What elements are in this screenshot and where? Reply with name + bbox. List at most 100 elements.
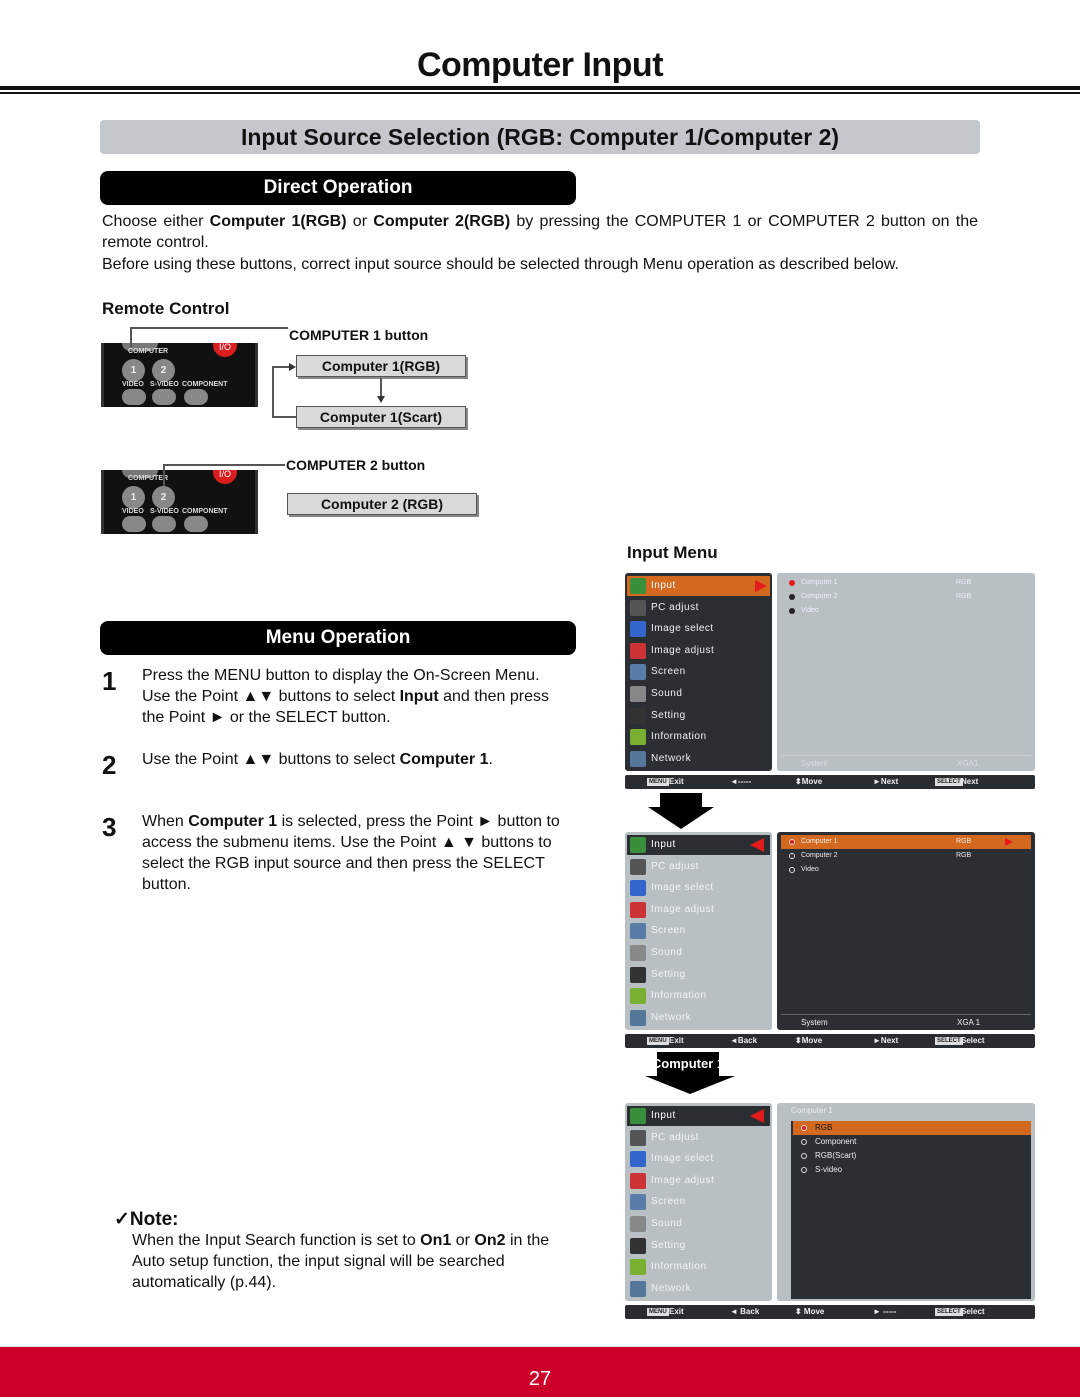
osd-menu-item-setting[interactable]: Setting xyxy=(627,965,770,985)
section-title: Input Source Selection (RGB: Computer 1/… xyxy=(100,120,980,154)
osd-option-item[interactable]: S-video xyxy=(793,1163,1031,1177)
osd-menu-item-input[interactable]: Input xyxy=(627,1106,770,1126)
screen-icon xyxy=(630,664,646,681)
osd-option-item[interactable]: RGB(Scart) xyxy=(793,1149,1031,1163)
video-label: VIDEO xyxy=(122,381,144,388)
radio-icon xyxy=(789,594,795,600)
computer-1-key: 1 xyxy=(122,359,145,382)
osd-menu-item-network[interactable]: Network xyxy=(627,1279,770,1299)
osd-menu-item-sound[interactable]: Sound xyxy=(627,1214,770,1234)
system-value: XGA1 xyxy=(957,759,979,768)
network-icon xyxy=(630,750,646,767)
osd-menu-item-image-select[interactable]: Image select xyxy=(627,1149,770,1169)
video-key xyxy=(122,389,146,405)
osd-footer-hint: Select xyxy=(961,1307,985,1316)
osd-menu-item-label: Input xyxy=(651,580,676,591)
image-select-icon xyxy=(630,880,646,897)
osd-menu-item-screen[interactable]: Screen xyxy=(627,1192,770,1212)
osd-screen-computer1-submenu: Computer 1 Input PC adjust Image select Ima… xyxy=(625,1103,1035,1319)
sound-icon xyxy=(630,945,646,961)
osd-menu-item-label: Sound xyxy=(651,688,683,699)
osd-menu-item-label: PC adjust xyxy=(651,860,699,872)
setting-icon xyxy=(630,1237,646,1254)
osd-footer-hint: ⬍ Move xyxy=(795,1307,825,1316)
osd-menu-item-pc-adjust[interactable]: PC adjust xyxy=(627,598,770,618)
information-icon xyxy=(630,729,646,746)
image-select-icon xyxy=(630,621,646,638)
osd-source-item[interactable]: Computer 1 RGB xyxy=(781,576,1031,590)
osd-menu-item-pc-adjust[interactable]: PC adjust xyxy=(627,857,770,877)
osd-menu-item-image-select[interactable]: Image select xyxy=(627,619,770,639)
osd-menu-item-label: Input xyxy=(651,839,676,850)
menu-operation-header: Menu Operation xyxy=(100,621,576,655)
osd-menu-item-setting[interactable]: Setting xyxy=(627,706,770,726)
loop-line xyxy=(272,416,296,418)
source-name: Computer 1 xyxy=(801,579,838,586)
osd-menu-item-network[interactable]: Network xyxy=(627,1008,770,1028)
osd-menu-item-input[interactable]: Input xyxy=(627,835,770,855)
osd-menu-item-label: Network xyxy=(651,1282,692,1294)
bold-text: Computer 1 xyxy=(399,751,489,768)
down-arrow-icon xyxy=(648,807,714,829)
source-name: Video xyxy=(801,607,819,614)
step-number: 3 xyxy=(102,812,117,842)
text: or xyxy=(346,213,374,230)
osd-menu-item-label: Image select xyxy=(651,623,714,635)
osd-footer-hint: Next xyxy=(961,777,979,786)
osd-menu-item-sound[interactable]: Sound xyxy=(627,943,770,963)
computer-1-callout: COMPUTER 1 button xyxy=(289,327,429,343)
osd-option-item[interactable]: RGB xyxy=(793,1121,1031,1135)
radio-icon xyxy=(789,839,795,845)
osd-menu-item-screen[interactable]: Screen xyxy=(627,662,770,682)
svideo-label: S-VIDEO xyxy=(150,508,179,515)
bold-text: Computer 1(RGB) xyxy=(209,213,347,230)
osd-menu-item-label: Network xyxy=(651,1011,692,1023)
source-name: Computer 2 xyxy=(801,852,838,859)
osd-menu-item-screen[interactable]: Screen xyxy=(627,921,770,941)
note-text: When the Input Search function is set to… xyxy=(132,1230,582,1293)
osd-menu-item-information[interactable]: Information xyxy=(627,727,770,747)
pc-adjust-icon xyxy=(630,858,646,875)
input-icon xyxy=(630,837,646,853)
osd-menu-item-image-select[interactable]: Image select xyxy=(627,878,770,898)
osd-menu-item-label: Network xyxy=(651,752,692,764)
osd-source-item[interactable]: Computer 2 RGB xyxy=(781,849,1031,863)
osd-source-item[interactable]: Video xyxy=(781,604,1031,618)
direct-operation-paragraph-2: Before using these buttons, correct inpu… xyxy=(102,256,899,273)
computer-label: COMPUTER xyxy=(128,348,169,355)
computer-1-key: 1 xyxy=(122,486,145,509)
osd-source-item[interactable]: Computer 1 RGB xyxy=(781,835,1031,849)
power-button-icon: I/O xyxy=(213,343,237,357)
osd-menu-item-information[interactable]: Information xyxy=(627,1257,770,1277)
osd-footer-hint: ◄ Back xyxy=(730,1307,760,1316)
osd-menu-item-pc-adjust[interactable]: PC adjust xyxy=(627,1128,770,1148)
computer-2-rgb-box: Computer 2 (RGB) xyxy=(287,493,477,515)
osd-menu-item-image-adjust[interactable]: Image adjust xyxy=(627,641,770,661)
osd-footer-hint: ⬍Move xyxy=(795,777,823,786)
computer-2-key: 2 xyxy=(152,486,175,509)
sound-icon xyxy=(630,1216,646,1232)
text: Use the Point ▲▼ buttons to select xyxy=(142,751,400,768)
osd-menu-item-label: Image adjust xyxy=(651,1174,715,1186)
osd-source-item[interactable]: Computer 2 RGB xyxy=(781,590,1031,604)
component-key xyxy=(184,389,208,405)
osd-source-item[interactable]: Video xyxy=(781,863,1031,877)
title-rule xyxy=(0,86,1080,90)
osd-menu-item-input[interactable]: Input xyxy=(627,576,770,596)
osd-menu-item-information[interactable]: Information xyxy=(627,986,770,1006)
information-icon xyxy=(630,1259,646,1276)
source-signal: RGB xyxy=(956,838,972,845)
osd-menu-item-setting[interactable]: Setting xyxy=(627,1236,770,1256)
osd-menu-item-label: Image select xyxy=(651,882,714,894)
osd-menu-item-sound[interactable]: Sound xyxy=(627,684,770,704)
osd-menu-item-image-adjust[interactable]: Image adjust xyxy=(627,900,770,920)
arrow-left-icon xyxy=(750,1109,764,1123)
osd-menu-item-network[interactable]: Network xyxy=(627,749,770,769)
system-value: XGA 1 xyxy=(957,1018,981,1027)
osd-option-item[interactable]: Component xyxy=(793,1135,1031,1149)
osd-menu-item-image-adjust[interactable]: Image adjust xyxy=(627,1171,770,1191)
image-adjust-icon xyxy=(630,1172,646,1189)
step-1-text: Press the MENU button to display the On-… xyxy=(142,665,572,728)
component-label: COMPONENT xyxy=(182,508,228,515)
osd-menu-item-label: Image select xyxy=(651,1153,714,1165)
